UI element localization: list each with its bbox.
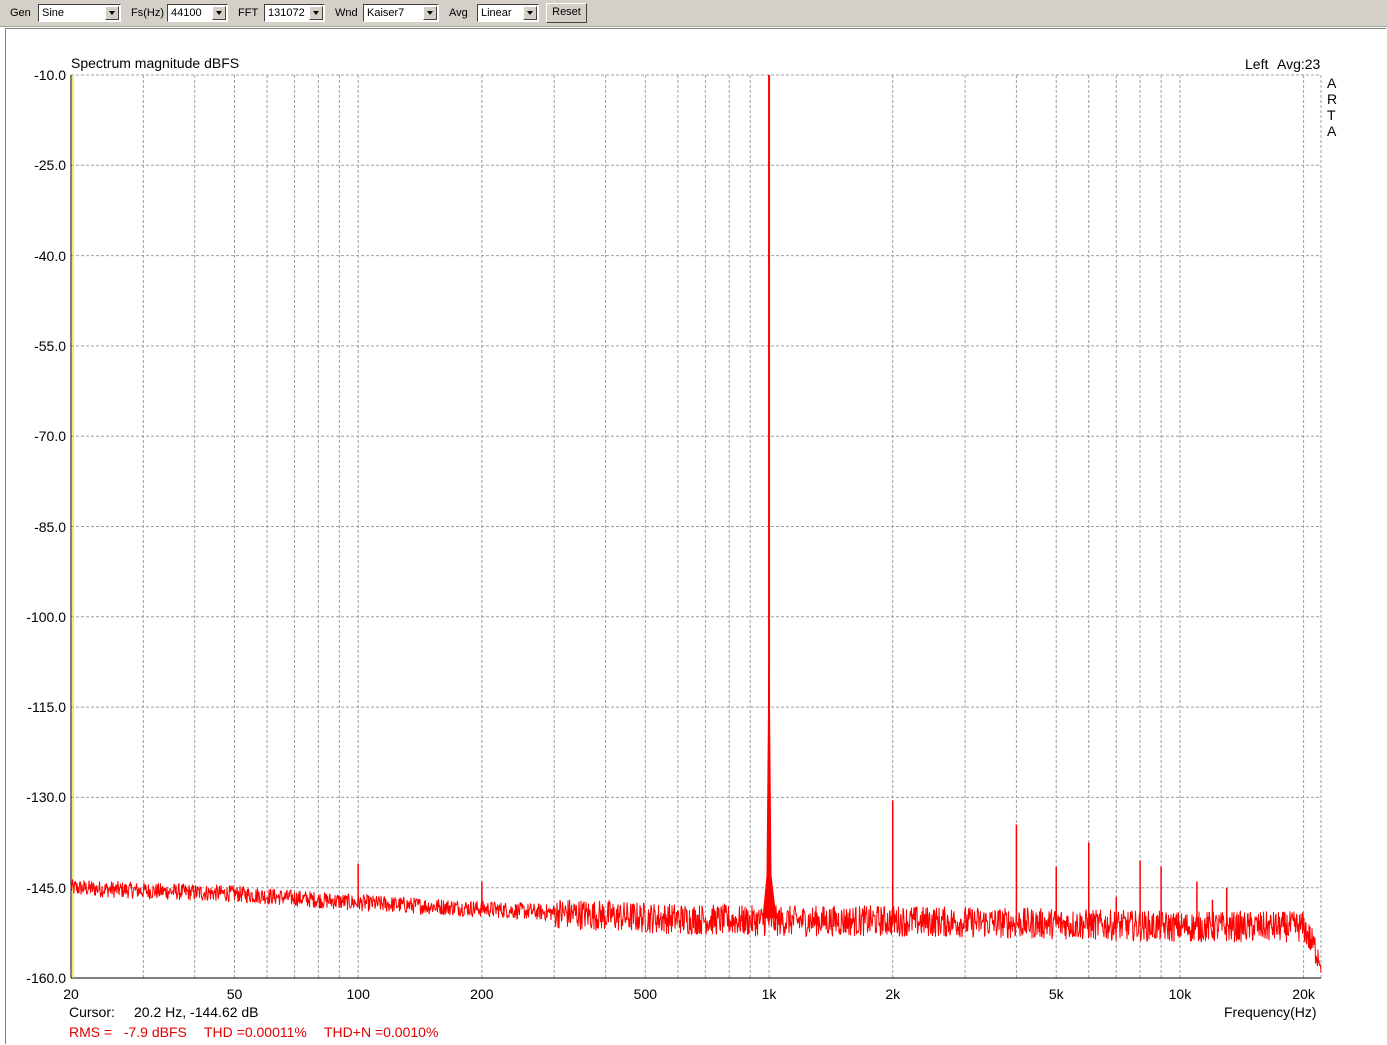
averaging-select[interactable]: Linear [477, 4, 539, 22]
window-select[interactable]: Kaiser7 [363, 4, 439, 22]
fs-label: Fs(Hz) [131, 7, 164, 19]
gen-label: Gen [10, 7, 31, 19]
chevron-down-icon[interactable] [309, 6, 323, 20]
y-tick-label: -145.0 [26, 879, 66, 896]
generator-select[interactable]: Sine [38, 4, 121, 22]
sample-rate-select[interactable]: 44100 [167, 4, 228, 22]
cursor-readout: 20.2 Hz, -144.62 dB [134, 1004, 259, 1020]
spectrum-panel: Spectrum magnitude dBFS Left Avg:23 A R … [5, 28, 1386, 1044]
wnd-label: Wnd [335, 7, 358, 19]
y-tick-label: -130.0 [26, 789, 66, 806]
fft-size-value: 131072 [268, 7, 305, 19]
thd-readout: THD =0.00011% [204, 1024, 307, 1040]
toolbar: Gen Sine Fs(Hz) 44100 FFT 131072 Wnd Kai… [0, 0, 1387, 27]
x-tick-label: 100 [346, 986, 370, 1002]
arta-brand: A R T A [1327, 75, 1337, 139]
x-tick-label: 2k [885, 986, 901, 1002]
spectrum-trace [70, 879, 1322, 973]
y-tick-label: -25.0 [34, 157, 66, 174]
x-axis-label: Frequency(Hz) [1224, 1004, 1317, 1020]
y-tick-label: -160.0 [26, 970, 66, 986]
reset-button[interactable]: Reset [546, 3, 587, 23]
chevron-down-icon[interactable] [105, 6, 119, 20]
chevron-down-icon[interactable] [523, 6, 537, 20]
y-tick-label: -70.0 [34, 428, 66, 445]
y-tick-label: -55.0 [34, 337, 66, 354]
y-tick-label: -100.0 [26, 608, 66, 625]
brand-letter: R [1327, 91, 1338, 107]
rms-readout: RMS = -7.9 dBFS [69, 1024, 187, 1040]
y-tick-label: -40.0 [34, 247, 66, 264]
grid [70, 74, 1322, 979]
x-tick-label: 500 [633, 986, 658, 1002]
avg-label: Avg [449, 7, 468, 19]
window-value: Kaiser7 [367, 7, 405, 19]
brand-letter: A [1327, 75, 1337, 91]
x-tick-label: 10k [1168, 986, 1192, 1002]
chart-marks [70, 75, 1322, 973]
x-tick-label: 50 [226, 986, 243, 1002]
brand-letter: T [1327, 107, 1336, 123]
x-tick-label: 20 [63, 986, 79, 1002]
channel-label: Left [1245, 56, 1269, 72]
cursor-label: Cursor: [69, 1004, 115, 1020]
x-tick-label: 200 [470, 986, 494, 1002]
fft-label: FFT [238, 7, 259, 19]
chevron-down-icon[interactable] [212, 6, 226, 20]
chevron-down-icon[interactable] [423, 6, 437, 20]
generator-value: Sine [42, 7, 65, 19]
x-tick-label: 5k [1048, 986, 1064, 1002]
fft-size-select[interactable]: 131072 [264, 4, 325, 22]
spectrum-chart[interactable] [6, 29, 1386, 1044]
brand-letter: A [1327, 123, 1337, 139]
y-tick-label: -10.0 [34, 67, 66, 83]
y-tick-label: -115.0 [27, 699, 66, 716]
chart-title: Spectrum magnitude dBFS [71, 55, 240, 71]
thdn-readout: THD+N =0.0010% [324, 1024, 439, 1040]
averaging-value: Linear [481, 7, 512, 19]
y-tick-label: -85.0 [34, 518, 66, 535]
avg-count: Avg:23 [1277, 56, 1321, 72]
x-tick-label: 1k [761, 986, 777, 1002]
x-tick-label: 20k [1292, 986, 1315, 1002]
sample-rate-value: 44100 [171, 7, 202, 19]
